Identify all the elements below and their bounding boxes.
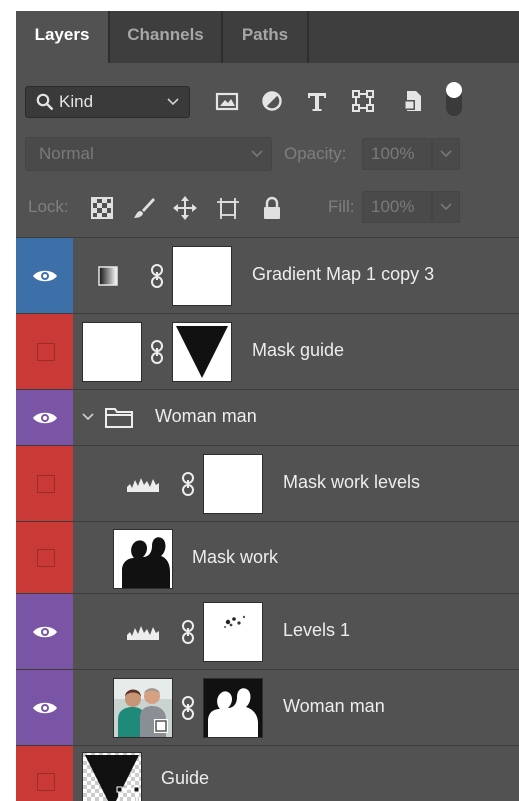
- tab-paths[interactable]: Paths: [223, 11, 307, 63]
- layer-row-mask-work-levels[interactable]: Mask work levels: [16, 445, 519, 522]
- opacity-label: Opacity:: [284, 144, 347, 163]
- triangle-mask-image: [173, 323, 231, 381]
- blend-mode-value: Normal: [39, 144, 94, 163]
- layer-row-levels-1[interactable]: Levels 1: [16, 593, 519, 670]
- couple-photo-image: [114, 679, 172, 737]
- fill-field[interactable]: 100%: [362, 191, 432, 223]
- layer-row-mask-work[interactable]: Mask work: [16, 521, 519, 594]
- layer-thumbnail[interactable]: [82, 752, 142, 801]
- triangle-shape-image: [83, 753, 141, 801]
- filter-kind-dropdown[interactable]: Kind: [25, 86, 190, 118]
- image-filter-icon[interactable]: [213, 87, 241, 115]
- layer-name[interactable]: Mask work levels: [283, 472, 420, 493]
- layer-thumbnail[interactable]: [113, 529, 173, 589]
- chain-link-icon[interactable]: [181, 696, 195, 720]
- chain-link-icon[interactable]: [181, 472, 195, 496]
- blend-mode-dropdown[interactable]: Normal: [25, 137, 272, 171]
- lock-transparent-pixels-icon[interactable]: [89, 195, 115, 221]
- eye-icon[interactable]: [32, 625, 58, 639]
- layer-name[interactable]: Woman man: [283, 696, 385, 717]
- chain-link-icon[interactable]: [181, 620, 195, 644]
- tab-divider: [307, 11, 309, 63]
- layers-panel: Layers Channels Paths Kind Normal Opacit…: [16, 11, 519, 801]
- fill-dropdown-button[interactable]: [432, 191, 460, 223]
- layer-row-gradient-map[interactable]: Gradient Map 1 copy 3: [16, 237, 519, 314]
- tab-bar: Layers Channels Paths: [16, 11, 519, 63]
- fill-value: 100%: [371, 197, 415, 216]
- lock-position-icon[interactable]: [172, 195, 198, 221]
- eye-icon[interactable]: [32, 411, 58, 425]
- layer-name[interactable]: Guide: [161, 768, 209, 789]
- layer-thumbnail[interactable]: [113, 678, 173, 738]
- layer-row-guide[interactable]: Guide: [16, 745, 519, 801]
- opacity-field[interactable]: 100%: [362, 138, 432, 170]
- filter-kind-label: Kind: [59, 92, 94, 111]
- lock-all-icon[interactable]: [259, 195, 285, 221]
- eye-icon[interactable]: [32, 701, 58, 715]
- lock-label: Lock:: [28, 197, 69, 216]
- layer-name[interactable]: Mask work: [192, 547, 278, 568]
- layer-name[interactable]: Levels 1: [283, 620, 350, 641]
- layer-thumbnail[interactable]: [82, 322, 142, 382]
- visibility-toggle[interactable]: [37, 549, 55, 567]
- layer-mask-thumbnail[interactable]: [172, 322, 232, 382]
- layer-mask-thumbnail[interactable]: [203, 678, 263, 738]
- folder-icon: [105, 408, 133, 428]
- type-filter-icon[interactable]: [303, 87, 331, 115]
- visibility-toggle[interactable]: [37, 773, 55, 791]
- opacity-dropdown-button[interactable]: [432, 138, 460, 170]
- smart-object-filter-icon[interactable]: [399, 87, 427, 115]
- speckle-mask-image: [204, 603, 262, 661]
- adjustment-filter-icon[interactable]: [258, 87, 286, 115]
- layer-mask-thumbnail[interactable]: [203, 602, 263, 662]
- tab-layers[interactable]: Layers: [16, 11, 108, 63]
- couple-silhouette-image: [114, 530, 172, 588]
- layer-row-woman-man-photo[interactable]: Woman man: [16, 669, 519, 746]
- search-icon: [36, 93, 54, 111]
- gradient-map-icon: [98, 266, 118, 286]
- tab-channels[interactable]: Channels: [110, 11, 221, 63]
- shape-filter-icon[interactable]: [349, 87, 377, 115]
- eye-icon[interactable]: [32, 269, 58, 283]
- layer-row-mask-guide[interactable]: Mask guide: [16, 313, 519, 390]
- chevron-down-icon: [251, 150, 263, 158]
- layer-mask-thumbnail[interactable]: [203, 454, 263, 514]
- filter-toggle-icon[interactable]: [446, 82, 462, 116]
- layer-name[interactable]: Mask guide: [252, 340, 344, 361]
- layer-row-group-woman-man[interactable]: Woman man: [16, 389, 519, 446]
- chevron-down-icon: [440, 150, 452, 158]
- layer-name[interactable]: Gradient Map 1 copy 3: [252, 264, 434, 285]
- layer-mask-thumbnail[interactable]: [172, 246, 232, 306]
- opacity-value: 100%: [371, 144, 415, 163]
- chevron-down-icon[interactable]: [82, 413, 94, 421]
- fill-label: Fill:: [328, 197, 355, 216]
- visibility-toggle[interactable]: [37, 475, 55, 493]
- chain-link-icon[interactable]: [150, 264, 164, 288]
- levels-histogram-icon: [127, 478, 159, 492]
- chevron-down-icon: [440, 203, 452, 211]
- lock-artboard-icon[interactable]: [215, 195, 241, 221]
- visibility-toggle[interactable]: [37, 343, 55, 361]
- levels-histogram-icon: [127, 626, 159, 640]
- chevron-down-icon: [167, 98, 179, 106]
- layer-name[interactable]: Woman man: [155, 406, 257, 427]
- chain-link-icon[interactable]: [150, 340, 164, 364]
- couple-mask-image: [204, 679, 262, 737]
- lock-image-pixels-icon[interactable]: [131, 195, 157, 221]
